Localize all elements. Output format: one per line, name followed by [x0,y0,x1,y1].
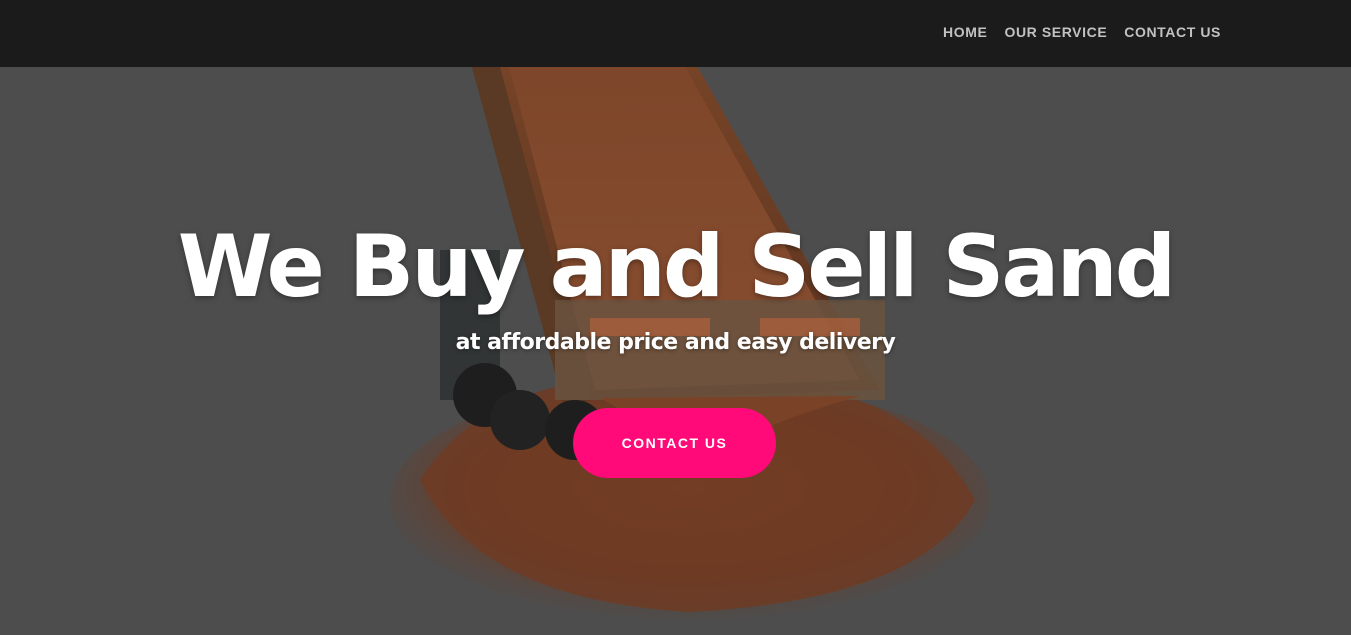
nav-item-home[interactable]: HOME [943,24,987,40]
nav-item-contact-us[interactable]: CONTACT US [1124,24,1221,40]
main-nav: HOME OUR SERVICE CONTACT US [943,24,1221,40]
landing-page: HOME OUR SERVICE CONTACT US We Buy and S… [0,0,1351,635]
nav-item-our-service[interactable]: OUR SERVICE [1004,24,1107,40]
contact-us-button[interactable]: CONTACT US [573,408,776,478]
hero-subtitle: at affordable price and easy delivery [455,330,896,355]
hero-title: We Buy and Sell Sand [177,217,1177,317]
top-navbar: HOME OUR SERVICE CONTACT US [0,0,1351,67]
